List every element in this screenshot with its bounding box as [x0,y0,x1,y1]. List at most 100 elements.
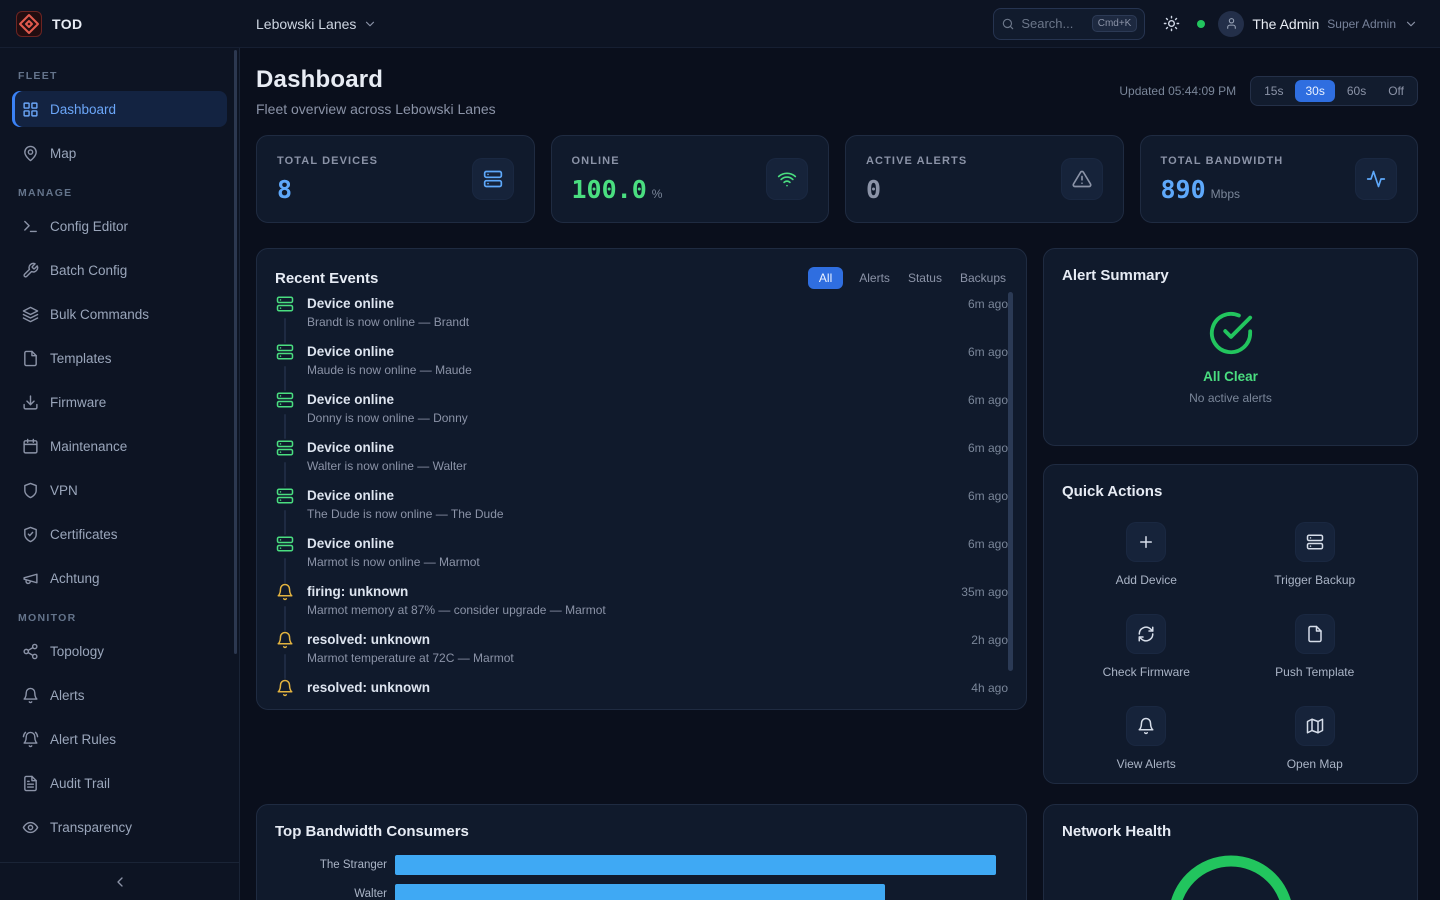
event-row[interactable]: Device onlineMarmot is now online — Marm… [275,535,1008,583]
sidebar-item-map[interactable]: Map [12,135,227,171]
server-icon [1306,533,1324,551]
event-title: Device online [307,344,472,359]
event-time: 2h ago [971,631,1008,679]
sidebar-item-config-editor[interactable]: Config Editor [12,208,227,244]
sidebar-item-bulk-commands[interactable]: Bulk Commands [12,296,227,332]
event-row[interactable]: Device onlineMaude is now online — Maude… [275,343,1008,391]
filter-status[interactable]: Status [906,267,944,289]
bandwidth-panel: Top Bandwidth Consumers The Stranger Wal… [256,804,1027,900]
sidebar-item-alerts[interactable]: Alerts [12,677,227,713]
sidebar-item-label: Certificates [50,527,118,542]
sidebar-item-dashboard[interactable]: Dashboard [12,91,227,127]
stat-value: 0 [866,175,881,204]
sidebar-item-label: Transparency [50,820,132,835]
server-icon [483,169,503,189]
page-title: Dashboard [256,66,496,94]
file-text-icon [22,775,39,792]
theme-toggle-button[interactable] [1158,11,1184,37]
refresh-option-off[interactable]: Off [1378,80,1414,102]
sidebar-item-templates[interactable]: Templates [12,340,227,376]
event-time: 6m ago [968,535,1008,583]
action-check-firmware[interactable]: Check Firmware [1103,614,1190,679]
recent-events-panel: Recent Events All Alerts Status Backups … [256,248,1027,710]
alert-summary-status: All Clear [1203,369,1258,384]
sidebar-item-audit-trail[interactable]: Audit Trail [12,765,227,801]
stat-icon-box [472,158,514,200]
events-scrollbar[interactable] [1008,292,1013,671]
sidebar-item-alert-rules[interactable]: Alert Rules [12,721,227,757]
timeline-connector [284,558,286,583]
event-row[interactable]: Device onlineWalter is now online — Walt… [275,439,1008,487]
avatar [1218,11,1244,37]
sidebar-item-maintenance[interactable]: Maintenance [12,428,227,464]
action-open-map[interactable]: Open Map [1287,706,1343,771]
activity-icon [1366,169,1386,189]
event-title: Device online [307,488,504,503]
sidebar-item-firmware[interactable]: Firmware [12,384,227,420]
panel-title: Quick Actions [1062,483,1399,500]
action-label: View Alerts [1117,757,1176,771]
event-row[interactable]: Device onlineBrandt is now online — Bran… [275,295,1008,343]
sidebar-item-achtung[interactable]: Achtung [12,560,227,596]
org-switcher[interactable]: Lebowski Lanes [256,16,377,32]
sidebar-item-certificates[interactable]: Certificates [12,516,227,552]
action-trigger-backup[interactable]: Trigger Backup [1274,522,1355,587]
event-time: 6m ago [968,295,1008,343]
sidebar-item-vpn[interactable]: VPN [12,472,227,508]
event-title: Device online [307,296,469,311]
brand-name: TOD [52,16,83,32]
refresh-option-30s[interactable]: 30s [1295,80,1334,102]
event-row[interactable]: Device onlineDonny is now online — Donny… [275,391,1008,439]
bar-row: The Stranger [275,855,1008,875]
server-icon [276,391,294,409]
sidebar-item-label: Alert Rules [50,732,116,747]
alert-summary-detail: No active alerts [1189,391,1272,405]
page-header: Dashboard Fleet overview across Lebowski… [256,66,1418,117]
sidebar-item-label: Topology [50,644,104,659]
quick-actions-panel: Quick Actions Add Device Trigger Backup … [1043,464,1418,784]
chevron-down-icon [363,17,377,31]
sidebar-item-batch-config[interactable]: Batch Config [12,252,227,288]
search-box[interactable]: Cmd+K [993,8,1145,40]
action-view-alerts[interactable]: View Alerts [1117,706,1176,771]
sidebar-collapse-button[interactable] [0,862,239,900]
timeline-connector [284,654,286,679]
action-add-device[interactable]: Add Device [1116,522,1177,587]
event-detail: The Dude is now online — The Dude [307,507,504,521]
sidebar-scrollbar[interactable] [234,50,237,654]
event-detail: Marmot temperature at 72C — Marmot [307,651,514,665]
stat-card-active-alerts: ACTIVE ALERTS 0 [845,135,1124,223]
user-menu[interactable]: The Admin Super Admin [1218,11,1418,37]
bell-icon [1137,717,1155,735]
filter-all[interactable]: All [808,267,843,289]
refresh-option-15s[interactable]: 15s [1254,80,1293,102]
sidebar-item-transparency[interactable]: Transparency [12,809,227,845]
event-time: 4h ago [971,679,1008,697]
event-row[interactable]: resolved: unknown 4h ago [275,679,1008,697]
stat-card-total-devices: TOTAL DEVICES 8 [256,135,535,223]
bar-fill [395,884,885,900]
megaphone-icon [22,570,39,587]
alert-summary-panel: Alert Summary All Clear No active alerts [1043,248,1418,446]
filter-alerts[interactable]: Alerts [857,267,892,289]
event-time: 6m ago [968,391,1008,439]
search-input[interactable] [1021,16,1085,31]
bar-row: Walter [275,884,1008,900]
stat-cards: TOTAL DEVICES 8 ONLINE 100.0% ACTIVE ALE… [256,135,1418,223]
sidebar-item-topology[interactable]: Topology [12,633,227,669]
server-icon [276,439,294,457]
action-push-template[interactable]: Push Template [1275,614,1354,679]
sidebar-nav: FLEET Dashboard Map MANAGE Config Editor… [0,48,239,862]
event-row[interactable]: resolved: unknown Marmot temperature at 7… [275,631,1008,679]
connection-status-dot [1197,20,1205,28]
shield-icon [22,482,39,499]
chevron-left-icon [112,874,128,890]
refresh-option-60s[interactable]: 60s [1337,80,1376,102]
filter-backups[interactable]: Backups [958,267,1008,289]
dashboard-icon [22,101,39,118]
event-detail: Marmot is now online — Marmot [307,555,480,569]
event-detail: Walter is now online — Walter [307,459,467,473]
event-row[interactable]: Device online The Dude is now online — Th… [275,487,1008,535]
event-row[interactable]: firing: unknownMarmot memory at 87% — co… [275,583,1008,631]
event-title: resolved: unknown [307,632,514,647]
